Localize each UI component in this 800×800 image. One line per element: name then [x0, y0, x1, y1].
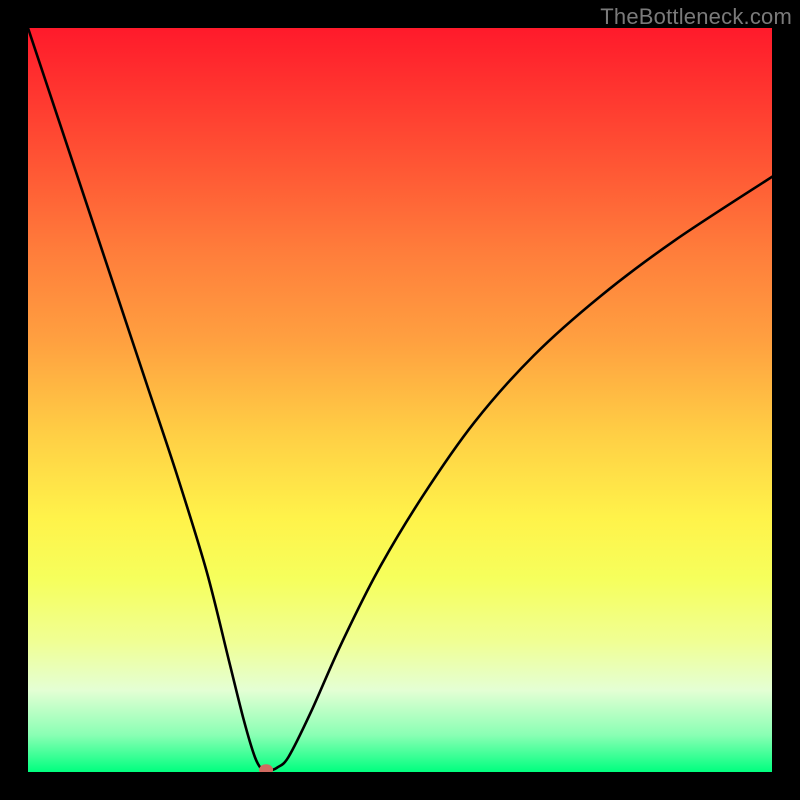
marker-dot — [259, 764, 273, 772]
watermark-text: TheBottleneck.com — [600, 4, 792, 30]
curve-layer — [28, 28, 772, 772]
bottleneck-curve — [28, 28, 772, 771]
plot-area — [28, 28, 772, 772]
chart-frame: TheBottleneck.com — [0, 0, 800, 800]
